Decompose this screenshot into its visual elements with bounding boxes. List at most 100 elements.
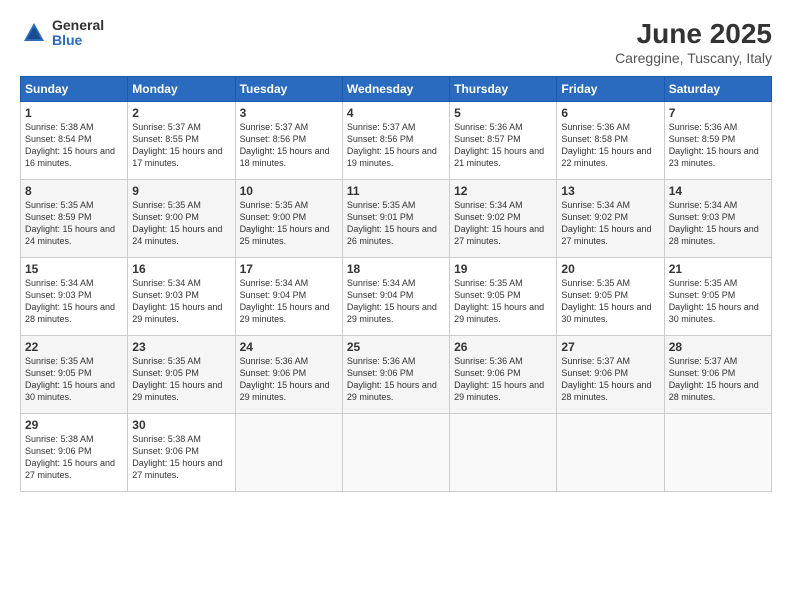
day-info: Sunrise: 5:36 AM Sunset: 8:57 PM Dayligh… (454, 121, 552, 170)
day-number: 16 (132, 262, 230, 276)
table-cell: 8Sunrise: 5:35 AM Sunset: 8:59 PM Daylig… (21, 180, 128, 258)
table-cell (342, 414, 449, 492)
table-cell (557, 414, 664, 492)
day-info: Sunrise: 5:35 AM Sunset: 9:05 PM Dayligh… (669, 277, 767, 326)
table-row: 15Sunrise: 5:34 AM Sunset: 9:03 PM Dayli… (21, 258, 772, 336)
day-number: 15 (25, 262, 123, 276)
day-info: Sunrise: 5:35 AM Sunset: 9:05 PM Dayligh… (454, 277, 552, 326)
day-info: Sunrise: 5:38 AM Sunset: 9:06 PM Dayligh… (25, 433, 123, 482)
table-row: 22Sunrise: 5:35 AM Sunset: 9:05 PM Dayli… (21, 336, 772, 414)
table-cell: 29Sunrise: 5:38 AM Sunset: 9:06 PM Dayli… (21, 414, 128, 492)
table-cell (664, 414, 771, 492)
table-cell: 5Sunrise: 5:36 AM Sunset: 8:57 PM Daylig… (450, 102, 557, 180)
day-number: 14 (669, 184, 767, 198)
day-info: Sunrise: 5:35 AM Sunset: 9:00 PM Dayligh… (132, 199, 230, 248)
table-cell: 19Sunrise: 5:35 AM Sunset: 9:05 PM Dayli… (450, 258, 557, 336)
table-cell: 11Sunrise: 5:35 AM Sunset: 9:01 PM Dayli… (342, 180, 449, 258)
day-info: Sunrise: 5:34 AM Sunset: 9:03 PM Dayligh… (132, 277, 230, 326)
day-number: 2 (132, 106, 230, 120)
day-info: Sunrise: 5:37 AM Sunset: 9:06 PM Dayligh… (669, 355, 767, 404)
day-info: Sunrise: 5:34 AM Sunset: 9:03 PM Dayligh… (669, 199, 767, 248)
page: General Blue June 2025 Careggine, Tuscan… (0, 0, 792, 612)
day-info: Sunrise: 5:36 AM Sunset: 8:59 PM Dayligh… (669, 121, 767, 170)
day-number: 6 (561, 106, 659, 120)
col-wednesday: Wednesday (342, 77, 449, 102)
calendar-table: Sunday Monday Tuesday Wednesday Thursday… (20, 76, 772, 492)
day-info: Sunrise: 5:34 AM Sunset: 9:02 PM Dayligh… (561, 199, 659, 248)
day-info: Sunrise: 5:35 AM Sunset: 9:00 PM Dayligh… (240, 199, 338, 248)
table-cell: 25Sunrise: 5:36 AM Sunset: 9:06 PM Dayli… (342, 336, 449, 414)
table-cell: 3Sunrise: 5:37 AM Sunset: 8:56 PM Daylig… (235, 102, 342, 180)
day-info: Sunrise: 5:37 AM Sunset: 8:56 PM Dayligh… (347, 121, 445, 170)
day-number: 11 (347, 184, 445, 198)
col-thursday: Thursday (450, 77, 557, 102)
table-cell: 27Sunrise: 5:37 AM Sunset: 9:06 PM Dayli… (557, 336, 664, 414)
table-cell: 2Sunrise: 5:37 AM Sunset: 8:55 PM Daylig… (128, 102, 235, 180)
table-cell: 23Sunrise: 5:35 AM Sunset: 9:05 PM Dayli… (128, 336, 235, 414)
day-info: Sunrise: 5:36 AM Sunset: 9:06 PM Dayligh… (347, 355, 445, 404)
col-monday: Monday (128, 77, 235, 102)
title-area: June 2025 Careggine, Tuscany, Italy (615, 18, 772, 66)
day-number: 23 (132, 340, 230, 354)
table-cell: 17Sunrise: 5:34 AM Sunset: 9:04 PM Dayli… (235, 258, 342, 336)
day-info: Sunrise: 5:37 AM Sunset: 9:06 PM Dayligh… (561, 355, 659, 404)
table-cell: 30Sunrise: 5:38 AM Sunset: 9:06 PM Dayli… (128, 414, 235, 492)
day-number: 25 (347, 340, 445, 354)
day-info: Sunrise: 5:34 AM Sunset: 9:03 PM Dayligh… (25, 277, 123, 326)
day-number: 7 (669, 106, 767, 120)
table-cell: 6Sunrise: 5:36 AM Sunset: 8:58 PM Daylig… (557, 102, 664, 180)
logo-icon (20, 19, 48, 47)
day-info: Sunrise: 5:35 AM Sunset: 9:05 PM Dayligh… (132, 355, 230, 404)
day-number: 22 (25, 340, 123, 354)
logo: General Blue (20, 18, 104, 49)
table-cell: 26Sunrise: 5:36 AM Sunset: 9:06 PM Dayli… (450, 336, 557, 414)
logo-text: General Blue (52, 18, 104, 49)
day-number: 27 (561, 340, 659, 354)
calendar-subtitle: Careggine, Tuscany, Italy (615, 50, 772, 66)
table-row: 29Sunrise: 5:38 AM Sunset: 9:06 PM Dayli… (21, 414, 772, 492)
table-cell: 21Sunrise: 5:35 AM Sunset: 9:05 PM Dayli… (664, 258, 771, 336)
logo-general-text: General (52, 18, 104, 33)
day-number: 21 (669, 262, 767, 276)
day-info: Sunrise: 5:35 AM Sunset: 9:05 PM Dayligh… (561, 277, 659, 326)
day-info: Sunrise: 5:37 AM Sunset: 8:56 PM Dayligh… (240, 121, 338, 170)
day-number: 4 (347, 106, 445, 120)
day-info: Sunrise: 5:35 AM Sunset: 8:59 PM Dayligh… (25, 199, 123, 248)
table-cell: 24Sunrise: 5:36 AM Sunset: 9:06 PM Dayli… (235, 336, 342, 414)
table-cell: 10Sunrise: 5:35 AM Sunset: 9:00 PM Dayli… (235, 180, 342, 258)
day-info: Sunrise: 5:35 AM Sunset: 9:05 PM Dayligh… (25, 355, 123, 404)
table-cell: 28Sunrise: 5:37 AM Sunset: 9:06 PM Dayli… (664, 336, 771, 414)
table-row: 1Sunrise: 5:38 AM Sunset: 8:54 PM Daylig… (21, 102, 772, 180)
day-info: Sunrise: 5:36 AM Sunset: 8:58 PM Dayligh… (561, 121, 659, 170)
day-number: 20 (561, 262, 659, 276)
day-info: Sunrise: 5:37 AM Sunset: 8:55 PM Dayligh… (132, 121, 230, 170)
day-info: Sunrise: 5:34 AM Sunset: 9:04 PM Dayligh… (240, 277, 338, 326)
day-number: 17 (240, 262, 338, 276)
calendar-title: June 2025 (615, 18, 772, 50)
day-number: 29 (25, 418, 123, 432)
logo-blue-text: Blue (52, 33, 104, 48)
day-number: 3 (240, 106, 338, 120)
col-saturday: Saturday (664, 77, 771, 102)
day-number: 26 (454, 340, 552, 354)
table-cell: 20Sunrise: 5:35 AM Sunset: 9:05 PM Dayli… (557, 258, 664, 336)
table-cell: 14Sunrise: 5:34 AM Sunset: 9:03 PM Dayli… (664, 180, 771, 258)
day-number: 30 (132, 418, 230, 432)
day-info: Sunrise: 5:36 AM Sunset: 9:06 PM Dayligh… (240, 355, 338, 404)
day-number: 19 (454, 262, 552, 276)
table-cell: 18Sunrise: 5:34 AM Sunset: 9:04 PM Dayli… (342, 258, 449, 336)
table-cell: 7Sunrise: 5:36 AM Sunset: 8:59 PM Daylig… (664, 102, 771, 180)
table-cell: 1Sunrise: 5:38 AM Sunset: 8:54 PM Daylig… (21, 102, 128, 180)
header-area: General Blue June 2025 Careggine, Tuscan… (20, 18, 772, 66)
day-number: 28 (669, 340, 767, 354)
day-number: 9 (132, 184, 230, 198)
table-cell: 22Sunrise: 5:35 AM Sunset: 9:05 PM Dayli… (21, 336, 128, 414)
day-number: 10 (240, 184, 338, 198)
table-cell: 4Sunrise: 5:37 AM Sunset: 8:56 PM Daylig… (342, 102, 449, 180)
day-info: Sunrise: 5:38 AM Sunset: 8:54 PM Dayligh… (25, 121, 123, 170)
day-info: Sunrise: 5:35 AM Sunset: 9:01 PM Dayligh… (347, 199, 445, 248)
col-friday: Friday (557, 77, 664, 102)
day-number: 8 (25, 184, 123, 198)
col-tuesday: Tuesday (235, 77, 342, 102)
table-cell: 9Sunrise: 5:35 AM Sunset: 9:00 PM Daylig… (128, 180, 235, 258)
